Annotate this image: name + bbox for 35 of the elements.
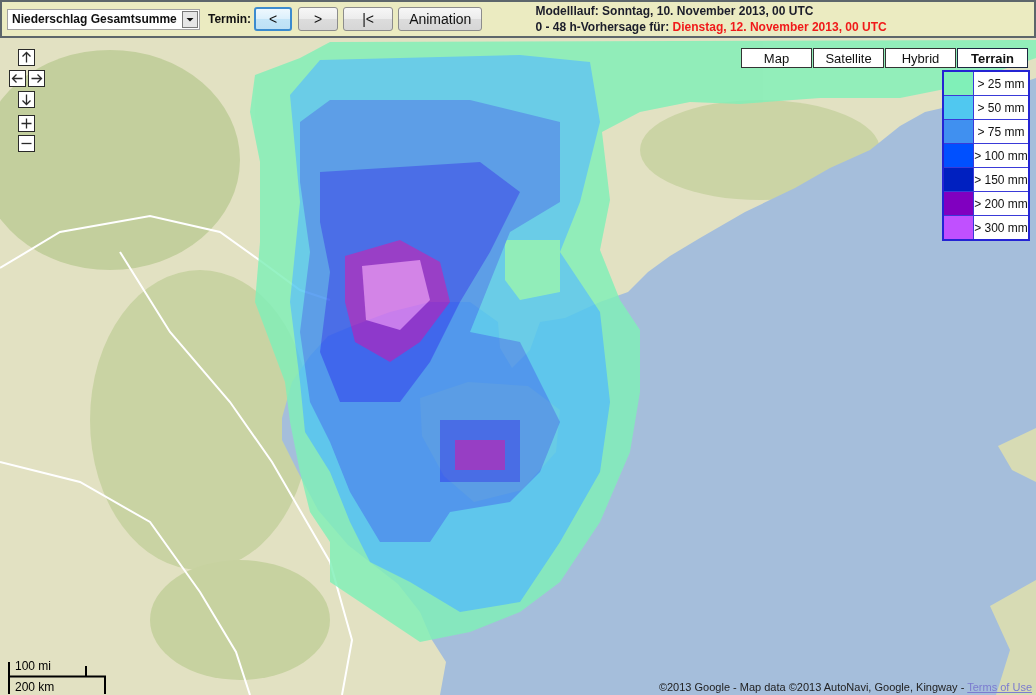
map-type-tab[interactable]: Map (741, 48, 812, 68)
scale-label: 200 km (15, 681, 55, 694)
pan-down-button[interactable] (18, 91, 35, 108)
caret-icon (182, 10, 198, 28)
pan-up-button[interactable] (18, 49, 35, 66)
map-attribution: ©2013 Google - Map data ©2013 AutoNavi, Google, Kingway - Terms of Use (658, 681, 1032, 693)
scale-label: 100 mi (15, 660, 52, 673)
zoom-in-button[interactable] (18, 115, 35, 132)
map-type-tab[interactable]: Satellite (813, 48, 884, 68)
scale-bar-icon (8, 660, 108, 694)
legend-label: > 25 mm (976, 75, 1026, 93)
map-type-tab[interactable]: Hybrid (885, 48, 956, 68)
legend-label: > 300 mm (974, 219, 1028, 237)
legend-label: > 50 mm (976, 99, 1026, 117)
pan-right-button[interactable] (28, 70, 45, 87)
left-arrow-icon (11, 72, 24, 85)
step-button[interactable]: < (254, 7, 293, 31)
legend-label: > 150 mm (974, 171, 1028, 189)
legend-label: > 200 mm (974, 195, 1028, 213)
up-arrow-icon (20, 51, 33, 64)
step-button[interactable]: |< (343, 7, 394, 31)
map-type-tab[interactable]: Terrain (957, 48, 1028, 68)
termin-label: Termin: (208, 12, 252, 26)
product-select[interactable]: Niederschlag Gesamtsumme (7, 8, 200, 30)
down-arrow-icon (20, 93, 33, 106)
pan-left-button[interactable] (9, 70, 26, 87)
right-arrow-icon (30, 72, 43, 85)
step-button[interactable]: > (298, 7, 339, 31)
model-run-text: Modelllauf: Sonntag, 10. November 2013, 00 UTC (535, 3, 815, 19)
legend-label: > 100 mm (974, 147, 1028, 165)
zoom-out-button[interactable] (18, 135, 35, 152)
legend-label: > 75 mm (976, 123, 1026, 141)
plus-icon (20, 117, 33, 130)
step-button[interactable]: Animation (398, 7, 483, 31)
forecast-text: 0 - 48 h-Vorhersage für: Dienstag, 12. November 2013, 00 UTC (535, 19, 887, 35)
